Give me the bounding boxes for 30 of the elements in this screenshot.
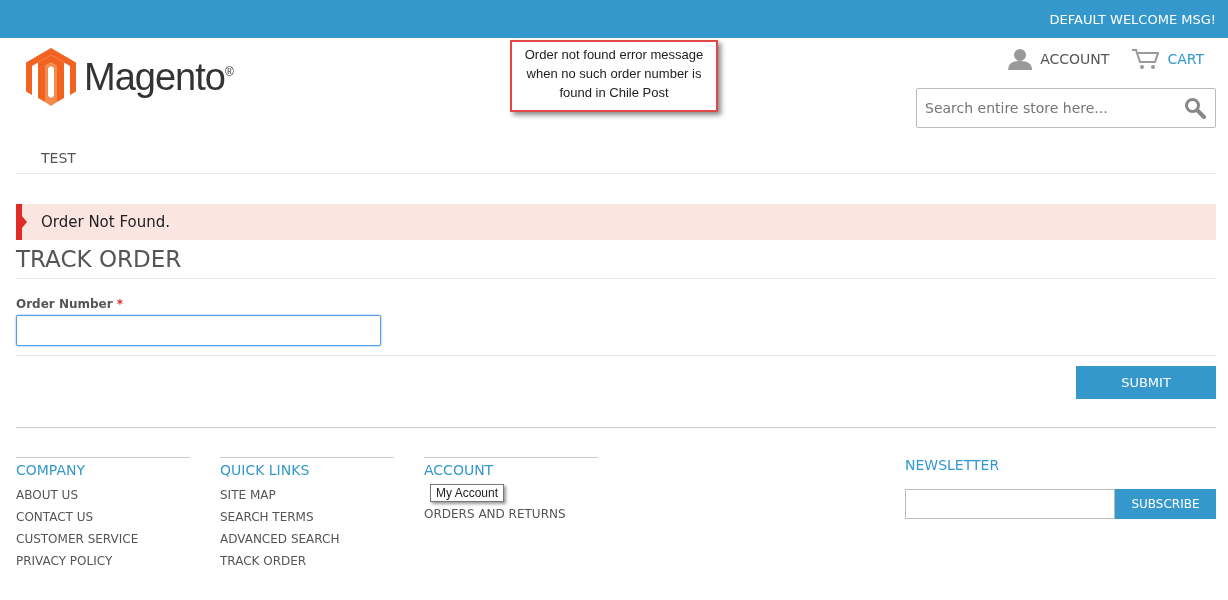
logo-wordmark[interactable]: Magento$^{®}$ — [84, 55, 233, 99]
field-label: Order Number * — [16, 297, 125, 311]
annotation-callout: Order not found error message when no such order number is found in Chile Post — [510, 40, 718, 112]
newsletter-heading: NEWSLETTER — [905, 457, 1001, 473]
footer-link[interactable]: ADVANCED SEARCH — [220, 532, 394, 546]
error-marker-icon — [16, 204, 27, 240]
footer-link[interactable]: CUSTOMER SERVICE — [16, 532, 190, 546]
search-icon[interactable] — [1184, 97, 1206, 119]
footer-heading: ACCOUNT — [424, 462, 495, 478]
person-icon — [1008, 48, 1033, 70]
footer-link[interactable]: ORDERS AND RETURNS — [424, 507, 598, 521]
footer-link[interactable]: SITE MAP — [220, 488, 394, 502]
welcome-message: DEFAULT WELCOME MSG! — [1049, 11, 1216, 27]
footer-link[interactable]: TRACK ORDER — [220, 554, 394, 568]
account-link[interactable]: ACCOUNT — [1008, 48, 1110, 70]
search-field[interactable]: Search entire store here... — [916, 88, 1216, 128]
footer-link[interactable]: ABOUT US — [16, 488, 190, 502]
nav-item[interactable]: TEST — [41, 150, 76, 166]
footer-link[interactable]: SEARCH TERMS — [220, 510, 394, 524]
hexagon-logo-icon[interactable] — [26, 48, 76, 106]
error-text: Order Not Found. — [41, 213, 171, 231]
email-input[interactable] — [905, 489, 1115, 519]
footer-heading: COMPANY — [16, 462, 87, 478]
cart-icon — [1131, 48, 1160, 70]
page-title: TRACK ORDER — [16, 246, 1216, 279]
footer-link[interactable]: PRIVACY POLICY — [16, 554, 190, 568]
footer-link[interactable]: CONTACT US — [16, 510, 190, 524]
order-number-input[interactable] — [16, 315, 381, 346]
tooltip: My Account — [430, 484, 505, 502]
footer-heading: QUICK LINKS — [220, 462, 311, 478]
